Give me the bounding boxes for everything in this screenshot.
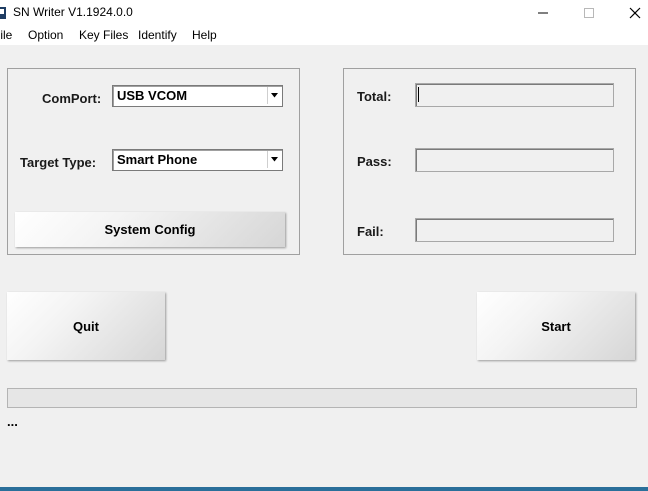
chevron-down-icon [271,157,278,162]
comport-select[interactable]: USB VCOM [112,85,283,107]
menu-identify[interactable]: Identify [138,28,177,42]
stats-group: Total: Pass: Fail: [343,68,636,255]
target-type-value: Smart Phone [117,152,198,167]
comport-label: ComPort: [42,91,102,106]
settings-group: ComPort: USB VCOM Target Type: Smart Pho… [7,68,300,255]
menu-help[interactable]: Help [192,28,217,42]
maximize-button[interactable] [566,0,612,25]
pass-field[interactable] [415,148,614,172]
fail-field[interactable] [415,218,614,242]
minimize-icon [538,12,548,14]
close-button[interactable] [612,0,648,25]
start-button[interactable]: Start [477,292,635,360]
close-icon [629,7,641,19]
total-field[interactable] [415,83,614,107]
menu-option[interactable]: Option [28,28,63,42]
status-text: ... [7,414,18,429]
menu-bar: File Option Key Files Identify Help [0,25,648,45]
progress-bar [7,388,637,408]
target-type-dropdown-button[interactable] [267,151,281,168]
maximize-icon [584,8,594,18]
quit-button[interactable]: Quit [7,292,165,360]
app-icon [0,5,8,21]
window-bottom-border [0,487,648,491]
system-config-button[interactable]: System Config [15,212,285,247]
comport-value: USB VCOM [117,88,188,103]
title-bar[interactable]: SN Writer V1.1924.0.0 [0,0,648,25]
menu-key-files[interactable]: Key Files [79,28,128,42]
target-type-select[interactable]: Smart Phone [112,149,283,171]
window-title: SN Writer V1.1924.0.0 [13,5,133,19]
text-cursor [418,87,419,102]
total-label: Total: [357,89,392,104]
minimize-button[interactable] [520,0,566,25]
menu-file[interactable]: File [0,28,12,42]
pass-label: Pass: [357,154,392,169]
target-type-label: Target Type: [20,155,97,170]
comport-dropdown-button[interactable] [267,87,281,104]
chevron-down-icon [271,93,278,98]
fail-label: Fail: [357,224,384,239]
